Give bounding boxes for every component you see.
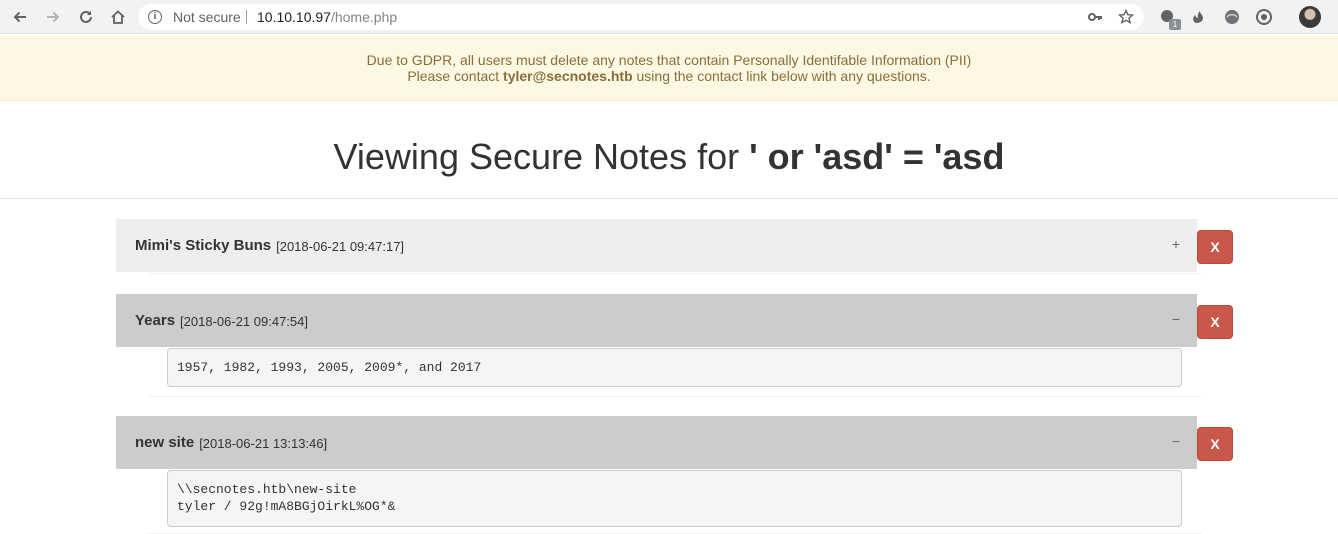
collapse-icon[interactable]: − <box>1172 312 1180 326</box>
back-arrow-icon <box>13 11 26 23</box>
alert-line-2: Please contact tyler@secnotes.htb using … <box>0 68 1338 84</box>
note-title: Mimi's Sticky Buns <box>135 237 272 254</box>
home-button[interactable] <box>106 5 130 29</box>
back-button[interactable] <box>8 5 32 29</box>
note-header[interactable]: Mimi's Sticky Buns [2018-06-21 09:47:17]… <box>116 219 1197 272</box>
note-date: [2018-06-21 13:13:46] <box>199 435 328 451</box>
delete-note-button[interactable]: X <box>1197 305 1233 339</box>
address-bar[interactable]: i Not secure 10.10.10.97/home.php <box>138 4 1144 30</box>
key-icon[interactable] <box>1086 8 1104 26</box>
title-username: ' or 'asd' = 'asd <box>749 136 1005 177</box>
page-title: Viewing Secure Notes for ' or 'asd' = 'a… <box>0 136 1338 178</box>
url-path: /home.php <box>330 9 398 25</box>
url-divider <box>246 10 247 24</box>
title-divider <box>0 198 1338 199</box>
gdpr-alert: Due to GDPR, all users must delete any n… <box>0 35 1338 101</box>
reload-button[interactable] <box>74 5 98 29</box>
note-date: [2018-06-21 09:47:54] <box>180 313 308 329</box>
collapse-icon[interactable]: − <box>1172 434 1180 448</box>
delete-note-button[interactable]: X <box>1197 427 1233 461</box>
note-title: new site <box>135 434 195 451</box>
home-icon <box>111 10 125 24</box>
title-prefix: Viewing Secure Notes for <box>333 136 750 177</box>
note-title: Years <box>135 312 176 329</box>
extension-refresh-icon[interactable] <box>1253 6 1275 28</box>
note-header[interactable]: Years [2018-06-21 09:47:54] − <box>116 294 1197 347</box>
security-label: Not secure <box>173 9 241 25</box>
extension-gnome-icon[interactable] <box>1187 6 1209 28</box>
delete-note-button[interactable]: X <box>1197 230 1233 264</box>
note-body <box>148 272 1201 274</box>
profile-avatar[interactable] <box>1299 6 1321 28</box>
url-text[interactable]: 10.10.10.97/home.php <box>257 9 397 25</box>
extension-globe-icon[interactable] <box>1221 6 1243 28</box>
alert-line-1: Due to GDPR, all users must delete any n… <box>366 52 972 68</box>
expand-icon[interactable]: + <box>1172 237 1180 251</box>
note-header[interactable]: new site [2018-06-21 13:13:46] − <box>116 416 1197 469</box>
note-content: 1957, 1982, 1993, 2005, 2009*, and 2017 <box>167 348 1182 387</box>
info-icon[interactable]: i <box>148 10 162 24</box>
contact-email: tyler@secnotes.htb <box>503 68 633 84</box>
alert-suffix: using the contact link below with any qu… <box>632 68 931 84</box>
note-date: [2018-06-21 09:47:17] <box>276 238 405 254</box>
url-host: 10.10.10.97 <box>257 9 331 25</box>
forward-button[interactable] <box>41 5 65 29</box>
note-content: \\secnotes.htb\new-site tyler / 92g!mA8B… <box>167 470 1182 527</box>
forward-arrow-icon <box>47 11 60 23</box>
extension-badge: 1 <box>1169 19 1181 30</box>
browser-toolbar: i Not secure 10.10.10.97/home.php 1 <box>0 0 1338 34</box>
alert-prefix: Please contact <box>407 68 504 84</box>
reload-icon <box>80 10 92 23</box>
bookmark-star-icon[interactable] <box>1117 8 1135 26</box>
